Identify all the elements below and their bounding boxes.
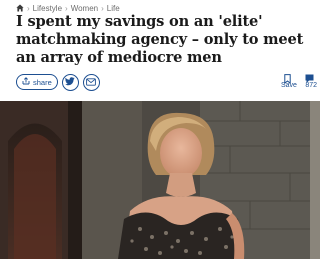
home-icon[interactable] — [16, 4, 24, 12]
twitter-icon — [65, 73, 75, 91]
article-headline: I spent my savings on an 'elite' matchma… — [16, 13, 304, 66]
email-share-button[interactable] — [82, 73, 100, 91]
share-button[interactable]: share — [16, 74, 58, 90]
breadcrumb-separator: › — [101, 3, 104, 13]
share-icon — [22, 77, 30, 87]
twitter-share-button[interactable] — [61, 73, 79, 91]
hero-image — [0, 101, 320, 259]
article-actions: Save 872 — [281, 71, 317, 93]
comment-icon[interactable] — [305, 71, 314, 83]
breadcrumb-life[interactable]: Life — [107, 4, 120, 13]
breadcrumb-women[interactable]: Women — [71, 4, 98, 13]
breadcrumb-lifestyle[interactable]: Lifestyle — [33, 4, 62, 13]
share-bar: share — [16, 73, 100, 91]
breadcrumb-separator: › — [27, 3, 30, 13]
email-icon — [86, 73, 97, 91]
breadcrumb-separator: › — [65, 3, 68, 13]
share-label: share — [33, 77, 52, 87]
save-button[interactable]: Save — [281, 82, 297, 89]
comment-count[interactable]: 872 — [305, 82, 317, 89]
bookmark-icon[interactable] — [284, 71, 291, 85]
